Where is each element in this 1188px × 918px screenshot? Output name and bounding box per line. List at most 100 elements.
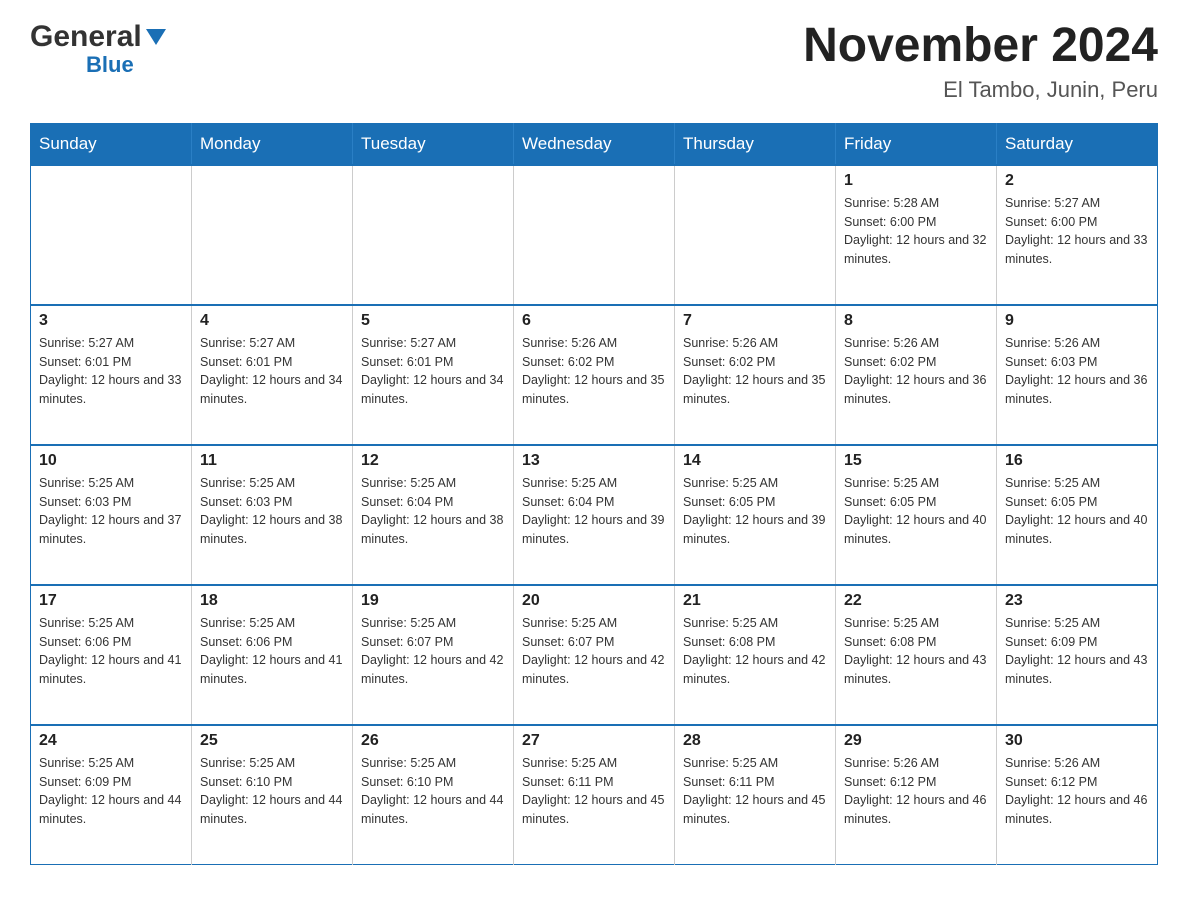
day-number: 20: [522, 592, 666, 610]
calendar-week-1: 1Sunrise: 5:28 AMSunset: 6:00 PMDaylight…: [31, 165, 1158, 305]
table-row: 15Sunrise: 5:25 AMSunset: 6:05 PMDayligh…: [836, 445, 997, 585]
header-tuesday: Tuesday: [353, 123, 514, 165]
table-row: 19Sunrise: 5:25 AMSunset: 6:07 PMDayligh…: [353, 585, 514, 725]
calendar-week-2: 3 Sunrise: 5:27 AMSunset: 6:01 PMDaylight…: [31, 305, 1158, 445]
day-number: 6: [522, 312, 666, 330]
calendar-week-5: 24Sunrise: 5:25 AMSunset: 6:09 PMDayligh…: [31, 725, 1158, 865]
day-number: 9: [1005, 312, 1149, 330]
day-info: Sunrise: 5:25 AMSunset: 6:05 PMDaylight:…: [1005, 474, 1149, 549]
day-info: Sunrise: 5:27 AMSunset: 6:01 PMDaylight:…: [200, 334, 344, 409]
day-number: 23: [1005, 592, 1149, 610]
day-number: 26: [361, 732, 505, 750]
calendar-table: Sunday Monday Tuesday Wednesday Thursday…: [30, 123, 1158, 866]
calendar-week-4: 17 Sunrise: 5:25 AMSunset: 6:06 PMDayligh…: [31, 585, 1158, 725]
table-row: 9 Sunrise: 5:26 AMSunset: 6:03 PMDaylight…: [997, 305, 1158, 445]
page-header: General Blue November 2024 El Tambo, Jun…: [30, 20, 1158, 103]
table-row: 6 Sunrise: 5:26 AMSunset: 6:02 PMDaylight…: [514, 305, 675, 445]
day-info: Sunrise: 5:27 AMSunset: 6:01 PMDaylight:…: [361, 334, 505, 409]
day-number: 17: [39, 592, 183, 610]
table-row: 16 Sunrise: 5:25 AMSunset: 6:05 PMDayligh…: [997, 445, 1158, 585]
day-info: Sunrise: 5:26 AMSunset: 6:02 PMDaylight:…: [844, 334, 988, 409]
header-wednesday: Wednesday: [514, 123, 675, 165]
day-info: Sunrise: 5:27 AMSunset: 6:01 PMDaylight:…: [39, 334, 183, 409]
table-row: [675, 165, 836, 305]
table-row: 25 Sunrise: 5:25 AMSunset: 6:10 PMDayligh…: [192, 725, 353, 865]
table-row: 26Sunrise: 5:25 AMSunset: 6:10 PMDayligh…: [353, 725, 514, 865]
day-info: Sunrise: 5:25 AMSunset: 6:11 PMDaylight:…: [683, 754, 827, 829]
day-number: 7: [683, 312, 827, 330]
day-info: Sunrise: 5:25 AMSunset: 6:11 PMDaylight:…: [522, 754, 666, 829]
table-row: 24Sunrise: 5:25 AMSunset: 6:09 PMDayligh…: [31, 725, 192, 865]
day-number: 25: [200, 732, 344, 750]
table-row: 28 Sunrise: 5:25 AMSunset: 6:11 PMDayligh…: [675, 725, 836, 865]
table-row: 8Sunrise: 5:26 AMSunset: 6:02 PMDaylight…: [836, 305, 997, 445]
day-number: 16: [1005, 452, 1149, 470]
day-number: 18: [200, 592, 344, 610]
table-row: 1Sunrise: 5:28 AMSunset: 6:00 PMDaylight…: [836, 165, 997, 305]
table-row: 10 Sunrise: 5:25 AMSunset: 6:03 PMDayligh…: [31, 445, 192, 585]
table-row: 20 Sunrise: 5:25 AMSunset: 6:07 PMDayligh…: [514, 585, 675, 725]
table-row: 12 Sunrise: 5:25 AMSunset: 6:04 PMDayligh…: [353, 445, 514, 585]
table-row: [514, 165, 675, 305]
day-number: 10: [39, 452, 183, 470]
header-sunday: Sunday: [31, 123, 192, 165]
calendar-week-3: 10 Sunrise: 5:25 AMSunset: 6:03 PMDayligh…: [31, 445, 1158, 585]
table-row: 3 Sunrise: 5:27 AMSunset: 6:01 PMDaylight…: [31, 305, 192, 445]
table-row: 23 Sunrise: 5:25 AMSunset: 6:09 PMDayligh…: [997, 585, 1158, 725]
day-number: 30: [1005, 732, 1149, 750]
day-info: Sunrise: 5:25 AMSunset: 6:05 PMDaylight:…: [844, 474, 988, 549]
day-number: 12: [361, 452, 505, 470]
day-info: Sunrise: 5:26 AMSunset: 6:03 PMDaylight:…: [1005, 334, 1149, 409]
header-monday: Monday: [192, 123, 353, 165]
header-saturday: Saturday: [997, 123, 1158, 165]
day-info: Sunrise: 5:25 AMSunset: 6:08 PMDaylight:…: [683, 614, 827, 689]
logo: General Blue: [30, 20, 166, 77]
day-number: 2: [1005, 172, 1149, 190]
day-info: Sunrise: 5:25 AMSunset: 6:05 PMDaylight:…: [683, 474, 827, 549]
day-number: 14: [683, 452, 827, 470]
logo-blue-text: Blue: [86, 52, 134, 77]
table-row: 21Sunrise: 5:25 AMSunset: 6:08 PMDayligh…: [675, 585, 836, 725]
table-row: 22Sunrise: 5:25 AMSunset: 6:08 PMDayligh…: [836, 585, 997, 725]
day-info: Sunrise: 5:26 AMSunset: 6:02 PMDaylight:…: [683, 334, 827, 409]
day-number: 11: [200, 452, 344, 470]
day-number: 4: [200, 312, 344, 330]
table-row: 27 Sunrise: 5:25 AMSunset: 6:11 PMDayligh…: [514, 725, 675, 865]
calendar-title-block: November 2024 El Tambo, Junin, Peru: [803, 20, 1158, 103]
day-info: Sunrise: 5:25 AMSunset: 6:03 PMDaylight:…: [39, 474, 183, 549]
day-info: Sunrise: 5:25 AMSunset: 6:07 PMDaylight:…: [522, 614, 666, 689]
day-number: 27: [522, 732, 666, 750]
table-row: 30 Sunrise: 5:26 AMSunset: 6:12 PMDayligh…: [997, 725, 1158, 865]
day-number: 28: [683, 732, 827, 750]
day-info: Sunrise: 5:25 AMSunset: 6:03 PMDaylight:…: [200, 474, 344, 549]
table-row: 7 Sunrise: 5:26 AMSunset: 6:02 PMDaylight…: [675, 305, 836, 445]
day-number: 1: [844, 172, 988, 190]
day-info: Sunrise: 5:25 AMSunset: 6:10 PMDaylight:…: [200, 754, 344, 829]
day-number: 24: [39, 732, 183, 750]
table-row: 4 Sunrise: 5:27 AMSunset: 6:01 PMDaylight…: [192, 305, 353, 445]
table-row: 29 Sunrise: 5:26 AMSunset: 6:12 PMDayligh…: [836, 725, 997, 865]
table-row: 13Sunrise: 5:25 AMSunset: 6:04 PMDayligh…: [514, 445, 675, 585]
table-row: 17 Sunrise: 5:25 AMSunset: 6:06 PMDayligh…: [31, 585, 192, 725]
day-info: Sunrise: 5:26 AMSunset: 6:12 PMDaylight:…: [844, 754, 988, 829]
day-number: 19: [361, 592, 505, 610]
day-number: 29: [844, 732, 988, 750]
logo-general-text: General: [30, 20, 142, 54]
day-info: Sunrise: 5:26 AMSunset: 6:02 PMDaylight:…: [522, 334, 666, 409]
day-info: Sunrise: 5:25 AMSunset: 6:06 PMDaylight:…: [200, 614, 344, 689]
day-info: Sunrise: 5:25 AMSunset: 6:04 PMDaylight:…: [361, 474, 505, 549]
day-info: Sunrise: 5:26 AMSunset: 6:12 PMDaylight:…: [1005, 754, 1149, 829]
day-info: Sunrise: 5:25 AMSunset: 6:06 PMDaylight:…: [39, 614, 183, 689]
table-row: 2 Sunrise: 5:27 AMSunset: 6:00 PMDaylight…: [997, 165, 1158, 305]
table-row: 18 Sunrise: 5:25 AMSunset: 6:06 PMDayligh…: [192, 585, 353, 725]
logo-triangle-icon: [146, 29, 166, 50]
day-info: Sunrise: 5:27 AMSunset: 6:00 PMDaylight:…: [1005, 194, 1149, 269]
header-thursday: Thursday: [675, 123, 836, 165]
day-info: Sunrise: 5:25 AMSunset: 6:09 PMDaylight:…: [1005, 614, 1149, 689]
table-row: 14 Sunrise: 5:25 AMSunset: 6:05 PMDayligh…: [675, 445, 836, 585]
table-row: [353, 165, 514, 305]
table-row: 5Sunrise: 5:27 AMSunset: 6:01 PMDaylight…: [353, 305, 514, 445]
calendar-header-row: Sunday Monday Tuesday Wednesday Thursday…: [31, 123, 1158, 165]
day-number: 3: [39, 312, 183, 330]
calendar-subtitle: El Tambo, Junin, Peru: [803, 77, 1158, 103]
